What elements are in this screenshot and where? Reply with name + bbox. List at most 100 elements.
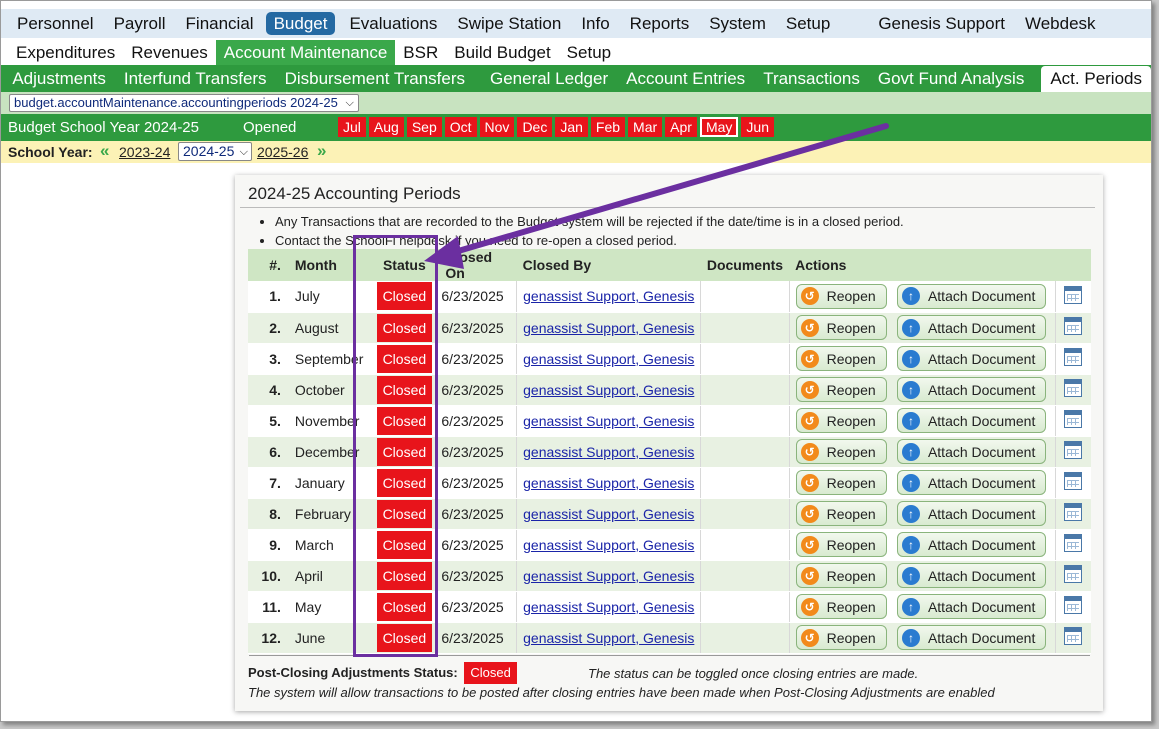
calendar-icon[interactable] xyxy=(1064,285,1083,304)
month-chip-sep[interactable]: Sep xyxy=(406,117,442,137)
tab-transactions[interactable]: Transactions xyxy=(754,66,869,91)
calendar-icon[interactable] xyxy=(1064,410,1083,428)
calendar-icon[interactable] xyxy=(1064,472,1083,490)
calendar-icon[interactable] xyxy=(1064,503,1083,521)
prev-year-link[interactable]: 2023-24 xyxy=(119,144,170,160)
closed-by-link[interactable]: genassist Support, Genesis xyxy=(523,351,694,367)
submenu-item-setup[interactable]: Setup xyxy=(559,40,619,65)
month-chip-aug[interactable]: Aug xyxy=(368,117,404,137)
submenu-item-expenditures[interactable]: Expenditures xyxy=(8,40,123,65)
school-year-select[interactable]: 2024-25 ⌵ xyxy=(178,142,252,161)
closed-by-link[interactable]: genassist Support, Genesis xyxy=(523,537,694,553)
calendar-icon[interactable] xyxy=(1064,317,1083,335)
reopen-button[interactable]: ↺ Reopen xyxy=(795,563,887,588)
submenu-item-revenues[interactable]: Revenues xyxy=(123,40,216,65)
calendar-icon[interactable] xyxy=(1064,379,1083,397)
closed-by-link[interactable]: genassist Support, Genesis xyxy=(523,444,694,460)
menu-item-budget[interactable]: Budget xyxy=(265,12,336,35)
next-year-link[interactable]: 2025-26 xyxy=(257,144,308,160)
row-documents xyxy=(700,498,790,530)
calendar-icon[interactable] xyxy=(1064,596,1083,614)
calendar-icon[interactable] xyxy=(1064,565,1083,583)
menu-item-genesis-support[interactable]: Genesis Support xyxy=(868,11,1015,36)
closed-by-link[interactable]: genassist Support, Genesis xyxy=(523,413,694,429)
tab-act-periods[interactable]: Act. Periods xyxy=(1041,65,1151,92)
attach-document-button[interactable]: ↑ Attach Document xyxy=(896,346,1047,371)
reopen-button[interactable]: ↺ Reopen xyxy=(795,377,887,402)
row-attach-cell: ↑ Attach Document xyxy=(892,560,1056,592)
reopen-button[interactable]: ↺ Reopen xyxy=(795,439,887,464)
submenu-item-bsr[interactable]: BSR xyxy=(395,40,446,65)
closed-by-link[interactable]: genassist Support, Genesis xyxy=(523,382,694,398)
row-closed-by-cell: genassist Support, Genesis xyxy=(516,591,701,623)
tab-account-entries[interactable]: Account Entries xyxy=(617,66,754,91)
row-closed-on: 6/23/2025 xyxy=(439,281,517,313)
reopen-button[interactable]: ↺ Reopen xyxy=(795,315,887,340)
reopen-button[interactable]: ↺ Reopen xyxy=(795,346,887,371)
closed-by-link[interactable]: genassist Support, Genesis xyxy=(523,475,694,491)
menu-item-system[interactable]: System xyxy=(699,11,776,36)
month-chip-may[interactable]: May xyxy=(699,117,739,137)
calendar-icon[interactable] xyxy=(1064,441,1083,459)
menu-item-reports[interactable]: Reports xyxy=(620,11,700,36)
attach-document-button[interactable]: ↑ Attach Document xyxy=(896,625,1047,650)
month-chip-nov[interactable]: Nov xyxy=(479,117,515,137)
double-chevron-left-icon[interactable]: « xyxy=(100,141,109,161)
submenu-item-account-maintenance[interactable]: Account Maintenance xyxy=(215,39,396,65)
post-closing-status-badge[interactable]: Closed xyxy=(464,662,517,684)
month-chip-jan[interactable]: Jan xyxy=(555,117,588,137)
tab-interfund-transfers[interactable]: Interfund Transfers xyxy=(115,66,276,91)
calendar-icon[interactable] xyxy=(1064,534,1083,552)
reopen-button[interactable]: ↺ Reopen xyxy=(795,470,887,495)
submenu-item-build-budget[interactable]: Build Budget xyxy=(446,40,558,65)
attach-document-button[interactable]: ↑ Attach Document xyxy=(896,594,1047,619)
upload-arrow-icon: ↑ xyxy=(901,380,920,399)
menu-item-swipe-station[interactable]: Swipe Station xyxy=(447,11,571,36)
attach-document-button[interactable]: ↑ Attach Document xyxy=(896,501,1047,526)
tab-general-ledger[interactable]: General Ledger xyxy=(481,66,617,91)
month-chip-mar[interactable]: Mar xyxy=(628,117,663,137)
month-chip-jun[interactable]: Jun xyxy=(741,117,774,137)
closed-by-link[interactable]: genassist Support, Genesis xyxy=(523,630,694,646)
month-chip-oct[interactable]: Oct xyxy=(444,117,477,137)
reopen-button[interactable]: ↺ Reopen xyxy=(795,625,887,650)
attach-document-button[interactable]: ↑ Attach Document xyxy=(896,283,1047,309)
attach-document-button[interactable]: ↑ Attach Document xyxy=(896,470,1047,495)
reopen-button[interactable]: ↺ Reopen xyxy=(795,501,887,526)
attach-document-button[interactable]: ↑ Attach Document xyxy=(896,377,1047,402)
tab-govt-fund-analysis[interactable]: Govt Fund Analysis xyxy=(869,66,1033,91)
row-attach-cell: ↑ Attach Document xyxy=(892,529,1056,561)
closed-by-link[interactable]: genassist Support, Genesis xyxy=(523,288,694,304)
closed-by-link[interactable]: genassist Support, Genesis xyxy=(523,320,694,336)
calendar-icon[interactable] xyxy=(1064,348,1083,366)
attach-document-button[interactable]: ↑ Attach Document xyxy=(896,408,1047,433)
tab-disbursement-transfers[interactable]: Disbursement Transfers xyxy=(276,66,474,91)
month-chip-dec[interactable]: Dec xyxy=(517,117,553,137)
attach-document-button[interactable]: ↑ Attach Document xyxy=(896,532,1047,557)
menu-item-payroll[interactable]: Payroll xyxy=(104,11,176,36)
closed-by-link[interactable]: genassist Support, Genesis xyxy=(523,568,694,584)
month-chip-apr[interactable]: Apr xyxy=(665,117,697,137)
menu-item-info[interactable]: Info xyxy=(571,11,619,36)
attach-document-button[interactable]: ↑ Attach Document xyxy=(896,563,1047,588)
month-chip-feb[interactable]: Feb xyxy=(590,117,626,137)
reopen-button[interactable]: ↺ Reopen xyxy=(795,283,887,309)
month-chip-jul[interactable]: Jul xyxy=(338,117,366,137)
tab-adjustments[interactable]: Adjustments xyxy=(3,66,115,91)
calendar-icon[interactable] xyxy=(1064,627,1083,645)
reopen-button[interactable]: ↺ Reopen xyxy=(795,532,887,557)
reopen-button[interactable]: ↺ Reopen xyxy=(795,594,887,619)
attach-document-button[interactable]: ↑ Attach Document xyxy=(896,315,1047,340)
double-chevron-right-icon[interactable]: » xyxy=(317,141,326,161)
menu-item-personnel[interactable]: Personnel xyxy=(7,11,104,36)
menu-item-webdesk[interactable]: Webdesk xyxy=(1015,11,1106,36)
attach-document-button[interactable]: ↑ Attach Document xyxy=(896,439,1047,464)
closed-by-link[interactable]: genassist Support, Genesis xyxy=(523,506,694,522)
closed-by-link[interactable]: genassist Support, Genesis xyxy=(523,599,694,615)
menu-item-setup[interactable]: Setup xyxy=(776,11,840,36)
menu-item-evaluations[interactable]: Evaluations xyxy=(339,11,447,36)
reopen-button[interactable]: ↺ Reopen xyxy=(795,408,887,433)
page-path-select[interactable]: budget.accountMaintenance.accountingperi… xyxy=(9,94,359,112)
undo-icon: ↺ xyxy=(800,380,819,399)
menu-item-financial[interactable]: Financial xyxy=(176,11,264,36)
